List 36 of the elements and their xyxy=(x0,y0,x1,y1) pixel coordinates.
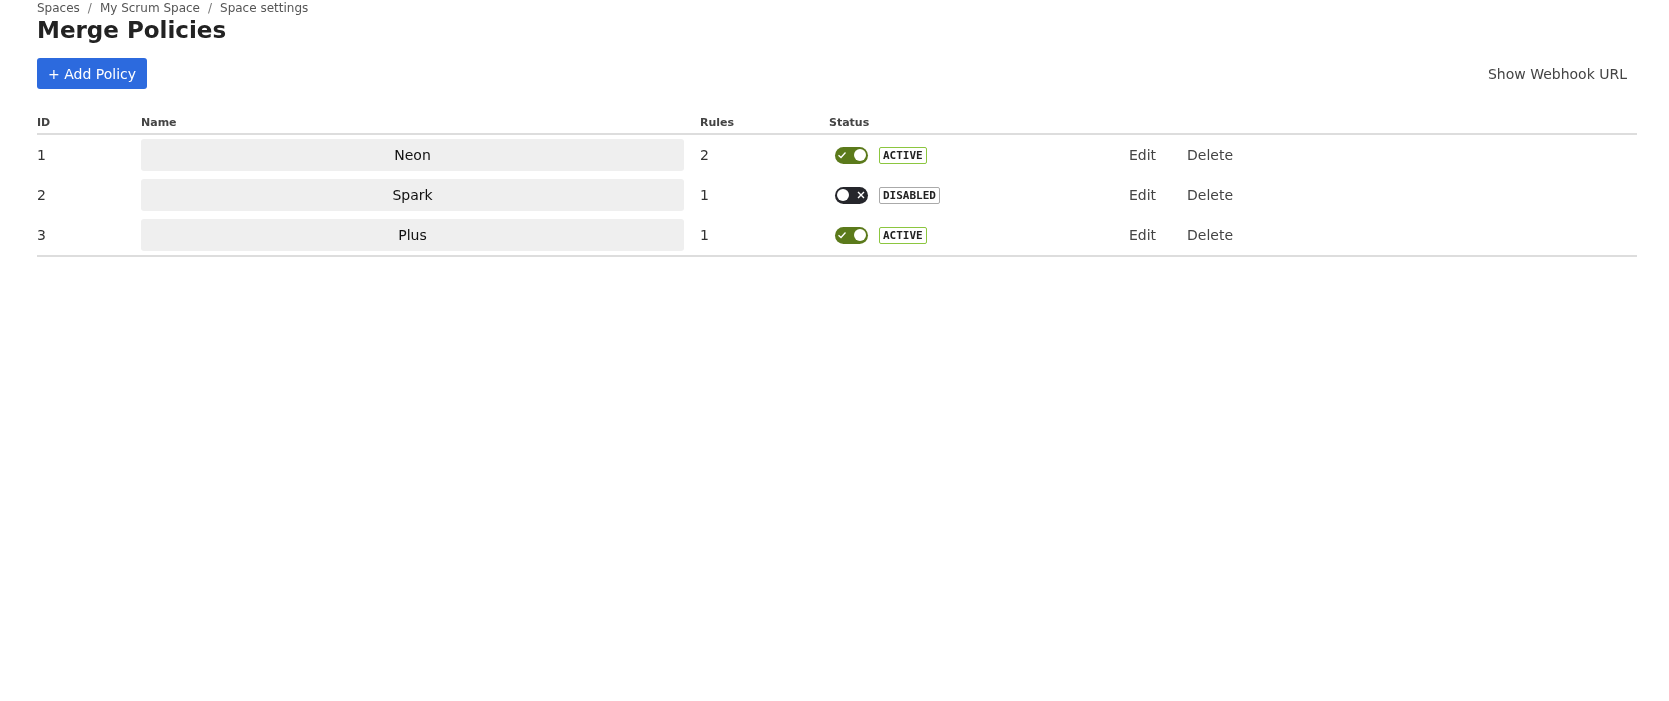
show-webhook-link[interactable]: Show Webhook URL xyxy=(1487,65,1627,82)
edit-link[interactable]: Edit xyxy=(1129,147,1157,163)
edit-link[interactable]: Edit xyxy=(1129,187,1157,203)
page-title: Merge Policies xyxy=(37,16,228,44)
breadcrumb-separator: / xyxy=(87,1,92,15)
column-header: Status xyxy=(829,116,870,129)
check-icon xyxy=(837,150,847,160)
policy-name-cell: Plus xyxy=(141,219,684,251)
policy-name-cell: Neon xyxy=(141,139,684,171)
column-header: Rules xyxy=(700,116,735,129)
table-cell: 1 xyxy=(700,187,709,203)
table-cell: 3 xyxy=(37,227,46,243)
policy-name-cell: Spark xyxy=(141,179,684,211)
add-policy-button[interactable]: + Add Policy xyxy=(37,58,147,89)
column-header: Name xyxy=(141,116,177,129)
status-toggle[interactable] xyxy=(835,146,868,164)
check-icon xyxy=(837,230,847,240)
delete-link[interactable]: Delete xyxy=(1187,187,1233,203)
delete-link[interactable]: Delete xyxy=(1187,227,1233,243)
status-toggle[interactable] xyxy=(835,226,868,244)
breadcrumb-link[interactable]: My Scrum Space xyxy=(99,1,200,15)
breadcrumb-link[interactable]: Spaces xyxy=(37,1,80,15)
table-cell: 2 xyxy=(700,147,709,163)
table-cell: 2 xyxy=(37,187,46,203)
breadcrumb-link[interactable]: Space settings xyxy=(220,1,309,15)
status-toggle[interactable] xyxy=(835,186,868,204)
delete-link[interactable]: Delete xyxy=(1187,147,1233,163)
status-badge: DISABLED xyxy=(879,186,940,204)
breadcrumb-separator: / xyxy=(208,1,213,15)
table-cell: 1 xyxy=(37,147,46,163)
table-cell: 1 xyxy=(700,227,709,243)
status-badge: ACTIVE xyxy=(879,146,927,164)
column-header: ID xyxy=(37,116,51,129)
close-icon xyxy=(856,190,866,200)
edit-link[interactable]: Edit xyxy=(1129,227,1157,243)
status-badge: ACTIVE xyxy=(879,226,927,244)
